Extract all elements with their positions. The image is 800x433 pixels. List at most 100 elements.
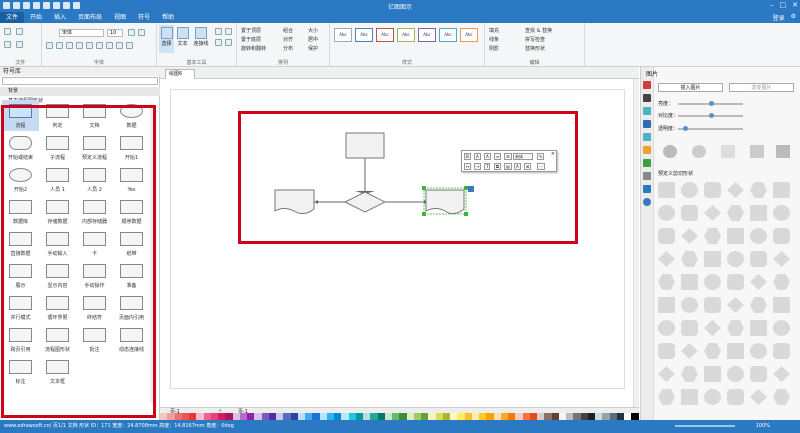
color-swatch[interactable]: [471, 413, 479, 420]
minimize-icon[interactable]: –: [770, 1, 774, 9]
effect-thumb-1[interactable]: [663, 145, 677, 158]
center-button[interactable]: 居中: [308, 36, 318, 43]
crop-shape-item[interactable]: [773, 228, 790, 244]
color-swatch[interactable]: [203, 413, 211, 420]
library-search-input[interactable]: [2, 77, 158, 85]
color-swatch[interactable]: [363, 413, 371, 420]
color-swatch[interactable]: [319, 413, 327, 420]
change-image-button[interactable]: 改变图片: [729, 83, 794, 92]
color-swatch[interactable]: [616, 413, 624, 420]
color-swatch[interactable]: [254, 413, 262, 420]
fill-panel-icon[interactable]: [643, 81, 651, 89]
color-swatch[interactable]: [580, 413, 588, 420]
group-button[interactable]: 组合: [283, 27, 293, 34]
crop-shape-item[interactable]: [704, 274, 721, 290]
color-swatch[interactable]: [595, 413, 603, 420]
style-swatch-4[interactable]: Abc: [397, 28, 415, 42]
menu-view[interactable]: 视图: [108, 12, 132, 23]
color-swatch[interactable]: [464, 413, 472, 420]
color-swatch[interactable]: [355, 413, 363, 420]
crop-shape-item[interactable]: [727, 366, 744, 382]
menu-page-layout[interactable]: 页面布局: [72, 12, 108, 23]
library-category[interactable]: 背景: [0, 87, 160, 96]
tab-document[interactable]: 绘图6: [165, 69, 195, 79]
crop-shape-item[interactable]: [704, 182, 721, 198]
color-swatch[interactable]: [247, 413, 255, 420]
crop-shape-item[interactable]: [750, 182, 767, 198]
help-panel-icon[interactable]: [643, 198, 651, 206]
color-swatch[interactable]: [486, 413, 494, 420]
crop-shape-item[interactable]: [704, 251, 721, 267]
crop-shape-item[interactable]: [704, 297, 721, 313]
connector-tool-button[interactable]: 连接线: [191, 25, 211, 53]
color-swatch[interactable]: [537, 413, 545, 420]
color-swatch[interactable]: [558, 413, 566, 420]
crop-shape-item[interactable]: [773, 274, 790, 290]
image-panel-icon[interactable]: [643, 120, 651, 128]
line-style-button[interactable]: 线条: [489, 36, 499, 43]
color-swatch[interactable]: [515, 413, 523, 420]
crop-shape-item[interactable]: [727, 274, 744, 290]
settings-icon[interactable]: ⚙: [791, 13, 796, 22]
color-swatch[interactable]: [189, 413, 197, 420]
canvas-vertical-scrollbar[interactable]: [633, 79, 639, 407]
select-tool-button[interactable]: 选择: [159, 25, 174, 53]
distribute-button[interactable]: 分布: [283, 45, 293, 52]
color-swatch[interactable]: [210, 413, 218, 420]
size-button[interactable]: 大小: [308, 27, 318, 34]
color-swatch[interactable]: [566, 413, 574, 420]
crop-shape-item[interactable]: [773, 251, 790, 267]
brightness-knob[interactable]: [708, 101, 714, 106]
find-replace-button[interactable]: 查找 & 替换: [525, 27, 552, 34]
color-swatch[interactable]: [529, 413, 537, 420]
color-swatch[interactable]: [500, 413, 508, 420]
effect-thumb-2[interactable]: [692, 145, 706, 158]
color-swatch[interactable]: [370, 413, 378, 420]
crop-shape-item[interactable]: [750, 366, 767, 382]
crop-shape-item[interactable]: [727, 182, 744, 198]
style-swatch-3[interactable]: Abc: [376, 28, 394, 42]
color-swatch[interactable]: [406, 413, 414, 420]
font-grow-icon[interactable]: [128, 29, 135, 36]
text-tool-button[interactable]: 文本: [175, 25, 190, 53]
color-swatch[interactable]: [624, 413, 632, 420]
crop-shape-item[interactable]: [773, 320, 790, 336]
color-swatch[interactable]: [196, 413, 204, 420]
style-swatch-5[interactable]: Abc: [418, 28, 436, 42]
insert-image-button[interactable]: 插入图片: [658, 83, 723, 92]
layer-panel-icon[interactable]: [643, 146, 651, 154]
crop-shape-item[interactable]: [681, 205, 698, 221]
login-link[interactable]: 登录: [773, 13, 785, 22]
fill-button[interactable]: 填充: [489, 27, 499, 34]
align-center-icon[interactable]: [96, 42, 103, 49]
page-panel-icon[interactable]: [643, 133, 651, 141]
underline-icon[interactable]: [66, 42, 73, 49]
menu-file[interactable]: 文件: [0, 12, 25, 23]
crop-shape-item[interactable]: [727, 205, 744, 221]
transparency-slider[interactable]: [678, 128, 743, 130]
crop-shape-item[interactable]: [750, 297, 767, 313]
crop-shape-item[interactable]: [773, 389, 790, 405]
crop-shape-item[interactable]: [681, 251, 698, 267]
protect-button[interactable]: 保护: [308, 45, 318, 52]
crop-shape-item[interactable]: [658, 297, 675, 313]
color-swatch[interactable]: [312, 413, 320, 420]
paste-icon[interactable]: [16, 28, 23, 35]
color-swatch[interactable]: [261, 413, 269, 420]
crop-shape-item[interactable]: [750, 251, 767, 267]
crop-shape-item[interactable]: [658, 274, 675, 290]
style-swatch-7[interactable]: Abc: [460, 28, 478, 42]
cut-icon[interactable]: [4, 28, 11, 35]
crop-shape-item[interactable]: [727, 228, 744, 244]
crop-shape-item[interactable]: [681, 228, 698, 244]
crop-shape-item[interactable]: [658, 228, 675, 244]
zoom-slider[interactable]: [675, 425, 735, 427]
menu-home[interactable]: 开始: [24, 12, 48, 23]
crop-shape-item[interactable]: [681, 297, 698, 313]
color-swatch[interactable]: [290, 413, 298, 420]
transparency-knob[interactable]: [682, 126, 688, 131]
color-swatch[interactable]: [239, 413, 247, 420]
color-swatch[interactable]: [609, 413, 617, 420]
menu-insert[interactable]: 插入: [48, 12, 72, 23]
effect-thumb-5[interactable]: [776, 145, 790, 158]
